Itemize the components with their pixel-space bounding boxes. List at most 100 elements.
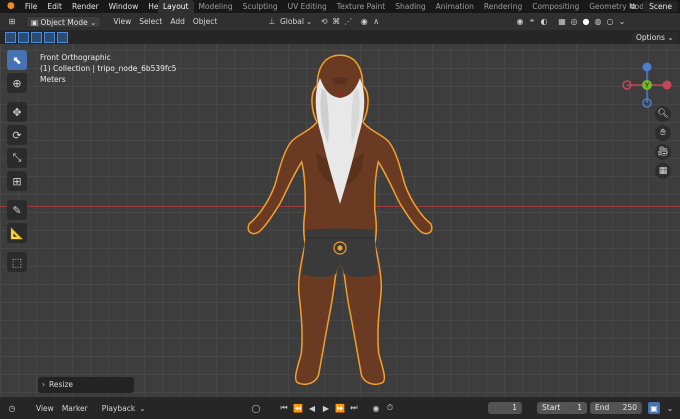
tab-animation[interactable]: Animation (431, 0, 479, 13)
workspace-tabs: Layout Modeling Sculpting UV Editing Tex… (158, 0, 654, 13)
options-button[interactable]: Options ⌄ (632, 32, 678, 44)
add-cube-tool[interactable]: ⬚ (7, 252, 27, 272)
start-value: 1 (577, 403, 582, 412)
select-box-tool[interactable]: ⬉ (7, 50, 27, 70)
gizmo-y-label: Y (644, 82, 650, 90)
menu-file[interactable]: File (20, 0, 43, 13)
tab-layout[interactable]: Layout (158, 0, 194, 13)
falloff-icon[interactable]: ∧ (370, 15, 382, 27)
sync-icon[interactable]: ◉ (370, 402, 382, 414)
clock-icon[interactable]: ⏱ (384, 402, 396, 414)
move-tool[interactable]: ✥ (7, 102, 27, 122)
header-menu-select[interactable]: Select (135, 17, 166, 26)
end-label: End (595, 403, 610, 412)
mode-dropdown[interactable]: ▣ Object Mode ⌄ (26, 15, 102, 28)
xray-icon[interactable]: ▦ (556, 15, 568, 27)
shading-rendered-icon[interactable]: ○ (604, 15, 616, 27)
blender-logo-icon[interactable]: ● (2, 0, 20, 13)
current-frame-field[interactable]: 1 (488, 402, 522, 414)
orientation-label: Global (280, 16, 304, 26)
select-subtract-icon[interactable] (31, 31, 42, 43)
select-invert-icon[interactable] (44, 31, 55, 43)
perspective-toggle-icon[interactable]: ▦ (655, 163, 671, 179)
camera-view-icon[interactable]: 🎥︎ (655, 144, 671, 160)
jump-end-icon[interactable]: ⏭ (348, 402, 360, 414)
shorts (302, 228, 378, 277)
shading-solid-icon[interactable]: ● (580, 15, 592, 27)
annotate-tool[interactable]: ✎ (7, 200, 27, 220)
transform-tool[interactable]: ⊞ (7, 171, 27, 191)
mode-label: Object Mode (40, 17, 88, 27)
zoom-icon[interactable]: 🔍︎ (655, 106, 671, 122)
timeline-menu-marker[interactable]: Marker (58, 404, 92, 413)
last-operator-panel[interactable]: › Resize (38, 377, 134, 393)
tab-texture-paint[interactable]: Texture Paint (332, 0, 390, 13)
header-menu-add[interactable]: Add (166, 17, 189, 26)
snap-target-icon[interactable]: ⋰ (342, 15, 354, 27)
editor-type-icon[interactable]: ⊞ (6, 16, 18, 28)
3d-viewport[interactable]: Front Orthographic (1) Collection | trip… (0, 44, 680, 397)
transform-orientation[interactable]: ⊥ Global ⌄ ⟲ ⌘ ⋰ ◉ ∧ (266, 15, 382, 27)
play-icon[interactable]: ▶ (320, 402, 332, 414)
timeline-options-icon[interactable]: ⌄ (664, 402, 676, 414)
tab-rendering[interactable]: Rendering (479, 0, 527, 13)
viewport-nav-buttons: 🔍︎ ✋︎ 🎥︎ ▦ (655, 106, 671, 182)
auto-keying-icon[interactable]: ◯ (250, 402, 262, 414)
options-label: Options (636, 33, 665, 42)
header-menu-view[interactable]: View (109, 17, 135, 26)
tab-compositing[interactable]: Compositing (527, 0, 584, 13)
gizmo-toggle-icon[interactable]: ⌖ (526, 15, 538, 27)
shading-material-icon[interactable]: ◍ (592, 15, 604, 27)
start-frame-field[interactable]: Start 1 (537, 402, 587, 414)
navigation-gizmo[interactable]: Y (621, 59, 673, 111)
next-keyframe-icon[interactable]: ⏩ (334, 402, 346, 414)
snap-icon[interactable]: ⌘ (330, 15, 342, 27)
pan-hand-icon[interactable]: ✋︎ (655, 125, 671, 141)
orientation-icon: ⊥ (268, 16, 276, 26)
tab-sculpting[interactable]: Sculpting (238, 0, 283, 13)
timeline-menu-playback[interactable]: Playback (98, 404, 139, 413)
scale-tool[interactable]: ⤡ (7, 148, 27, 168)
top-menu-bar: ● File Edit Render Window Help Layout Mo… (0, 0, 680, 13)
scene-icon[interactable]: ⧉ (627, 1, 639, 13)
shading-options-icon[interactable]: ⌄ (616, 15, 628, 27)
tab-shading[interactable]: Shading (390, 0, 430, 13)
character-model[interactable] (240, 52, 440, 388)
start-label: Start (542, 403, 561, 412)
last-operator-label: Resize (49, 380, 74, 389)
menu-edit[interactable]: Edit (42, 0, 67, 13)
menu-render[interactable]: Render (67, 0, 104, 13)
chevron-down-icon: ⌄ (139, 403, 146, 413)
end-frame-field[interactable]: End 250 (590, 402, 642, 414)
prev-keyframe-icon[interactable]: ⏪ (292, 402, 304, 414)
scene-name[interactable]: Scene (643, 1, 678, 12)
z-axis-icon (642, 62, 652, 72)
timeline-menu-view[interactable]: View (32, 404, 58, 413)
viewport-display-controls: ◉ ⌖ ◐ ▦ ◎ ● ◍ ○ ⌄ (514, 15, 628, 27)
tab-uv-editing[interactable]: UV Editing (283, 0, 332, 13)
timeline-editor-icon[interactable]: ◷ (6, 402, 18, 414)
shading-wireframe-icon[interactable]: ◎ (568, 15, 580, 27)
units-label: Meters (40, 75, 66, 84)
play-reverse-icon[interactable]: ◀ (306, 402, 318, 414)
select-intersect-icon[interactable] (57, 31, 68, 43)
render-preview-icon[interactable]: ▣ (648, 402, 660, 414)
overlays-icon[interactable]: ◐ (538, 15, 550, 27)
jump-start-icon[interactable]: ⏮ (278, 402, 290, 414)
header-menu-object[interactable]: Object (189, 17, 221, 26)
pivot-icon[interactable]: ⟲ (318, 15, 330, 27)
measure-tool[interactable]: 📐 (7, 223, 27, 243)
select-new-icon[interactable] (5, 31, 16, 43)
menu-window[interactable]: Window (104, 0, 144, 13)
viewport-header: ⊞ ▣ Object Mode ⌄ View Select Add Object… (0, 13, 680, 30)
select-extend-icon[interactable] (18, 31, 29, 43)
tab-modeling[interactable]: Modeling (194, 0, 238, 13)
rotate-tool[interactable]: ⟳ (7, 125, 27, 145)
chevron-down-icon: ⌄ (87, 17, 97, 27)
cursor-tool[interactable]: ⊕ (7, 73, 27, 93)
visibility-icon[interactable]: ◉ (514, 15, 526, 27)
viewport-info-overlay: Front Orthographic (1) Collection | trip… (40, 52, 176, 85)
chevron-down-icon: ⌄ (305, 16, 313, 26)
proportional-edit-icon[interactable]: ◉ (358, 15, 370, 27)
timeline-bar: ◷ View Marker Playback ⌄ ◯ ⏮ ⏪ ◀ ▶ ⏩ ⏭ ◉… (0, 397, 680, 419)
